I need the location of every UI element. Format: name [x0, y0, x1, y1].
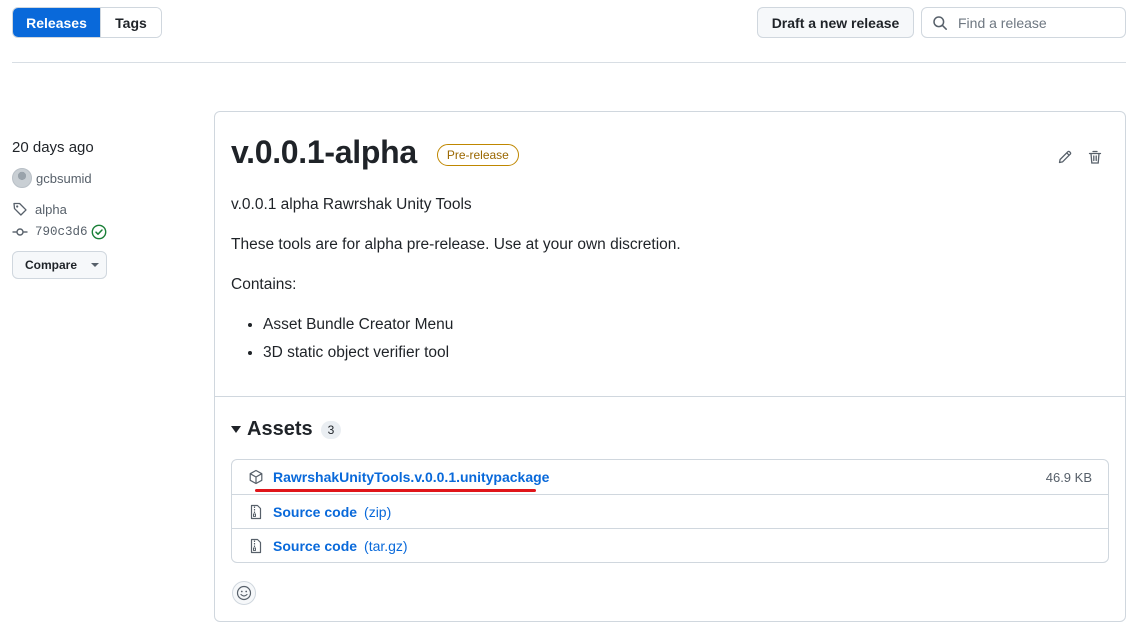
assets-toggle[interactable]: Assets 3	[231, 418, 342, 441]
verified-check-icon[interactable]	[91, 224, 107, 240]
compare-button[interactable]: Compare	[12, 251, 107, 279]
unitypackage-link[interactable]: RawrshakUnityTools.v.0.0.1.unitypackage	[273, 469, 549, 485]
asset-row: Source code (zip)	[232, 494, 1108, 528]
asset-list: RawrshakUnityTools.v.0.0.1.unitypackage …	[231, 459, 1109, 563]
top-bar: Releases Tags Draft a new release	[12, 7, 1126, 38]
file-zip-icon	[250, 538, 262, 553]
tag-name[interactable]: alpha	[35, 202, 67, 217]
release-card: v.0.0.1-alpha Pre-release v.0.0.1 alpha …	[214, 111, 1126, 622]
add-reaction-button[interactable]	[232, 581, 256, 605]
list-item: Asset Bundle Creator Menu	[263, 314, 681, 335]
contents-list: Asset Bundle Creator Menu 3D static obje…	[231, 314, 681, 363]
author-row[interactable]: gcbsumid	[12, 168, 202, 188]
tag-icon	[13, 202, 27, 216]
releases-tags-toggle: Releases Tags	[12, 7, 162, 38]
source-code-zip-link[interactable]: Source code	[273, 504, 357, 520]
compare-label: Compare	[25, 258, 78, 272]
assets-heading: Assets	[247, 418, 313, 440]
commit-sha[interactable]: 790c3d6	[35, 225, 88, 239]
file-zip-icon	[250, 504, 262, 519]
search-input[interactable]	[956, 13, 1116, 32]
chevron-down-icon	[91, 263, 100, 267]
source-format-zip[interactable]: (zip)	[364, 504, 391, 520]
card-divider	[215, 396, 1125, 397]
avatar[interactable]	[12, 168, 32, 188]
triangle-down-icon	[231, 426, 241, 433]
release-date: 20 days ago	[12, 139, 94, 156]
commit-row[interactable]: 790c3d6	[12, 222, 202, 242]
pencil-icon[interactable]	[1057, 149, 1073, 165]
release-meta: 20 days ago gcbsumid alpha 790c3d6 Compa…	[12, 138, 202, 279]
list-item: 3D static object verifier tool	[263, 342, 681, 363]
release-disclaimer: These tools are for alpha pre-release. U…	[231, 236, 681, 253]
smiley-icon	[236, 585, 252, 601]
file-size: 46.9 KB	[1045, 469, 1092, 485]
tag-row[interactable]: alpha	[12, 199, 202, 219]
red-underline-annotation	[255, 489, 536, 492]
search-icon	[933, 15, 947, 30]
assets-count: 3	[320, 420, 342, 439]
contains-label: Contains:	[231, 276, 297, 293]
author-name[interactable]: gcbsumid	[36, 171, 92, 186]
release-title[interactable]: v.0.0.1-alpha	[231, 134, 417, 171]
source-format-targz[interactable]: (tar.gz)	[364, 538, 408, 554]
source-code-targz-link[interactable]: Source code	[273, 538, 357, 554]
draft-new-release-button[interactable]: Draft a new release	[757, 7, 914, 38]
release-notes: v.0.0.1 alpha Rawrshak Unity Tools These…	[231, 194, 681, 370]
tags-tab[interactable]: Tags	[100, 8, 161, 37]
find-release-search[interactable]	[921, 7, 1126, 38]
commit-icon	[12, 228, 28, 236]
prerelease-badge: Pre-release	[436, 143, 519, 166]
package-icon	[249, 469, 263, 485]
asset-row: Source code (tar.gz)	[232, 528, 1108, 562]
trash-icon[interactable]	[1087, 149, 1103, 165]
releases-tab[interactable]: Releases	[13, 8, 100, 37]
header-divider	[12, 62, 1126, 63]
release-description: v.0.0.1 alpha Rawrshak Unity Tools	[231, 196, 472, 213]
